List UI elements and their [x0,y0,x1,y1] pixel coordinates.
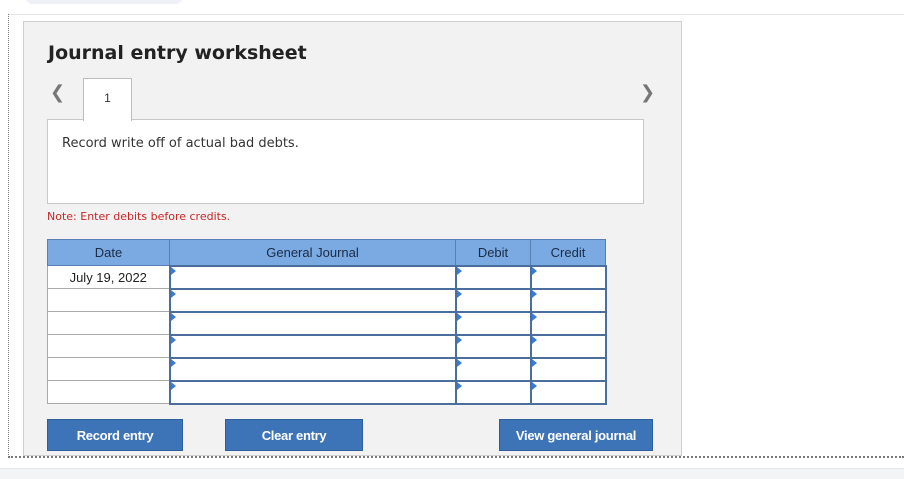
journal-table: Date General Journal Debit Credit July 1… [47,239,607,405]
credit-input[interactable] [529,379,607,405]
table-header-row: Date General Journal Debit Credit [47,239,606,266]
account-input[interactable] [168,356,457,382]
top-tab-stub [26,0,182,4]
table-row [47,379,607,405]
account-input[interactable] [168,310,457,336]
credit-input[interactable] [529,287,607,313]
chevron-right-icon[interactable]: ❯ [640,84,655,102]
frame-top-border [8,14,904,15]
debit-input[interactable] [454,356,532,382]
account-input[interactable] [168,333,457,359]
instruction-text: Record write off of actual bad debts. [62,136,299,151]
debit-input[interactable] [454,333,532,359]
table-row [47,287,607,313]
table-row [47,333,607,359]
credit-input[interactable] [529,356,607,382]
credit-input[interactable] [529,264,607,290]
date-cell [47,288,170,312]
frame-left-border [8,14,9,457]
record-entry-button[interactable]: Record entry [47,419,183,451]
debit-input[interactable] [454,264,532,290]
debit-input[interactable] [454,379,532,405]
debit-header: Debit [455,239,531,266]
date-cell [47,357,170,381]
date-header: Date [47,239,170,266]
date-cell [47,311,170,335]
bottom-strip [0,468,904,479]
worksheet-title: Journal entry worksheet [48,42,307,64]
note-text: Note: Enter debits before credits. [47,210,231,223]
clear-entry-button[interactable]: Clear entry [225,419,363,451]
view-general-journal-button[interactable]: View general journal [499,419,653,451]
general-journal-header: General Journal [169,239,456,266]
credit-header: Credit [530,239,606,266]
date-cell [47,380,170,404]
table-row [47,356,607,382]
account-input[interactable] [168,287,457,313]
frame-bottom-border [8,456,904,458]
date-cell: July 19, 2022 [47,265,170,289]
chevron-left-icon[interactable]: ❮ [50,84,65,102]
debit-input[interactable] [454,310,532,336]
account-input[interactable] [168,379,457,405]
table-row: July 19, 2022 [47,264,607,290]
journal-worksheet-panel: Journal entry worksheet ❮ 1 ❯ Record wri… [23,21,682,456]
debit-input[interactable] [454,287,532,313]
credit-input[interactable] [529,333,607,359]
credit-input[interactable] [529,310,607,336]
date-cell [47,334,170,358]
table-row [47,310,607,336]
page-tab-1[interactable]: 1 [83,78,132,121]
instruction-box: Record write off of actual bad debts. [47,119,644,204]
account-input[interactable] [168,264,457,290]
